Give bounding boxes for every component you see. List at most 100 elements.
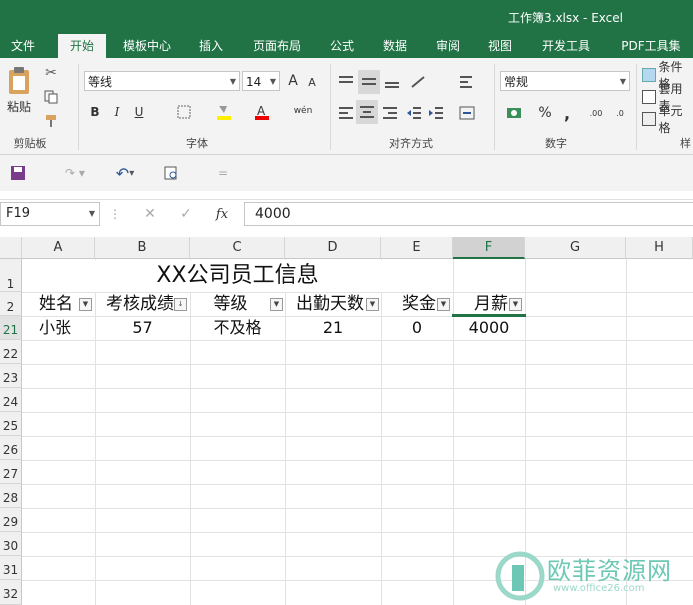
- cancel-icon[interactable]: ✕: [140, 204, 160, 224]
- comma-button[interactable]: ,: [558, 102, 576, 124]
- column-header-c[interactable]: C: [190, 237, 285, 259]
- row-header-30[interactable]: 30: [0, 532, 22, 556]
- header-cell-score[interactable]: 考核成绩: [96, 292, 174, 316]
- header-cell-salary[interactable]: 月薪: [454, 292, 508, 316]
- paste-button[interactable]: [4, 64, 34, 98]
- font-color-icon[interactable]: A: [250, 102, 274, 122]
- tab-review[interactable]: 审阅: [426, 34, 470, 58]
- filter-dropdown-icon[interactable]: ▼: [366, 298, 379, 311]
- align-middle-icon[interactable]: [358, 70, 380, 94]
- column-header-f[interactable]: F: [453, 237, 525, 259]
- row-header-26[interactable]: 26: [0, 436, 22, 460]
- underline-button[interactable]: U: [130, 102, 148, 122]
- enter-icon[interactable]: ✓: [176, 204, 196, 224]
- select-all-corner[interactable]: [0, 237, 22, 259]
- format-painter-icon[interactable]: [42, 112, 60, 130]
- wrap-text-icon[interactable]: [456, 72, 478, 92]
- column-header-h[interactable]: H: [626, 237, 693, 259]
- decrease-decimal-icon[interactable]: .0: [610, 102, 630, 124]
- column-header-a[interactable]: A: [22, 237, 95, 259]
- align-center-icon[interactable]: [356, 100, 378, 124]
- increase-indent-icon[interactable]: [426, 102, 446, 124]
- paste-label[interactable]: 粘贴: [4, 98, 34, 114]
- filter-dropdown-icon[interactable]: ▼: [437, 298, 450, 311]
- save-icon[interactable]: [8, 163, 28, 183]
- sort-filter-icon[interactable]: ↓: [174, 298, 187, 311]
- row-header-28[interactable]: 28: [0, 484, 22, 508]
- shrink-font-button[interactable]: A: [304, 73, 320, 91]
- cell-e21[interactable]: 0: [382, 316, 452, 340]
- number-group-label: 数字: [545, 137, 567, 150]
- undo-icon[interactable]: ↶ ▾: [108, 163, 142, 183]
- cell-c21[interactable]: 不及格: [191, 316, 284, 340]
- column-header-b[interactable]: B: [95, 237, 190, 259]
- row-header-31[interactable]: 31: [0, 556, 22, 580]
- gridline: [22, 484, 693, 485]
- formula-input[interactable]: 4000: [244, 202, 693, 226]
- cut-icon[interactable]: ✂: [42, 64, 60, 82]
- column-header-g[interactable]: G: [525, 237, 626, 259]
- cell-a21[interactable]: 小张: [24, 316, 94, 340]
- column-header-e[interactable]: E: [381, 237, 453, 259]
- fill-color-icon[interactable]: [212, 102, 236, 122]
- italic-button[interactable]: I: [108, 102, 126, 122]
- cell-d21[interactable]: 21: [286, 316, 380, 340]
- customize-qat-icon[interactable]: =: [216, 163, 230, 183]
- percent-button[interactable]: %: [536, 102, 554, 124]
- align-left-icon[interactable]: [336, 102, 356, 124]
- bold-button[interactable]: B: [86, 102, 104, 122]
- tab-formulas[interactable]: 公式: [320, 34, 364, 58]
- header-cell-attendance[interactable]: 出勤天数: [286, 292, 366, 316]
- column-header-d[interactable]: D: [285, 237, 381, 259]
- tab-developer[interactable]: 开发工具: [530, 34, 602, 58]
- cell-f21[interactable]: 4000: [454, 316, 524, 340]
- tab-file[interactable]: 文件: [0, 34, 46, 58]
- merge-center-icon[interactable]: [456, 102, 478, 124]
- row-header-23[interactable]: 23: [0, 364, 22, 388]
- copy-icon[interactable]: [42, 88, 60, 106]
- redo-icon[interactable]: ↷ ▾: [60, 163, 90, 183]
- header-cell-grade[interactable]: 等级: [191, 292, 270, 316]
- font-size-combo[interactable]: 14 ▼: [242, 71, 280, 91]
- tab-template[interactable]: 模板中心: [114, 34, 180, 58]
- row-header-2[interactable]: 2: [0, 292, 22, 316]
- font-name-combo[interactable]: 等线 ▼: [84, 71, 240, 91]
- align-top-icon[interactable]: [336, 72, 356, 92]
- tab-pdf-tools[interactable]: PDF工具集: [612, 34, 690, 58]
- drag-handle-icon[interactable]: ⋮: [109, 204, 121, 224]
- row-header-24[interactable]: 24: [0, 388, 22, 412]
- tab-data[interactable]: 数据: [372, 34, 418, 58]
- row-header-21[interactable]: 21: [0, 316, 22, 340]
- grow-font-button[interactable]: A: [284, 71, 302, 91]
- align-right-icon[interactable]: [380, 102, 400, 124]
- print-preview-icon[interactable]: [160, 163, 182, 183]
- borders-icon[interactable]: [172, 102, 196, 122]
- row-header-1[interactable]: 1: [0, 259, 22, 292]
- cell-styles-button[interactable]: 单元格: [642, 104, 693, 135]
- row-header-27[interactable]: 27: [0, 460, 22, 484]
- align-bottom-icon[interactable]: [382, 72, 402, 92]
- increase-decimal-icon[interactable]: .00: [586, 102, 606, 124]
- insert-function-button[interactable]: fx: [210, 204, 234, 224]
- gridline: [22, 388, 693, 389]
- filter-active-icon[interactable]: ▼: [79, 298, 92, 311]
- filter-dropdown-icon[interactable]: ▼: [509, 298, 522, 311]
- row-header-32[interactable]: 32: [0, 580, 22, 605]
- decrease-indent-icon[interactable]: [404, 102, 424, 124]
- row-header-25[interactable]: 25: [0, 412, 22, 436]
- tab-view[interactable]: 视图: [478, 34, 522, 58]
- filter-dropdown-icon[interactable]: ▼: [270, 298, 283, 311]
- name-box[interactable]: F19 ▼: [0, 202, 100, 226]
- row-header-22[interactable]: 22: [0, 340, 22, 364]
- separator: [636, 64, 637, 150]
- phonetic-button[interactable]: wén: [292, 100, 314, 122]
- currency-icon[interactable]: [502, 102, 528, 124]
- tab-page-layout[interactable]: 页面布局: [244, 34, 310, 58]
- row-header-29[interactable]: 29: [0, 508, 22, 532]
- tab-insert[interactable]: 插入: [188, 34, 234, 58]
- number-format-combo[interactable]: 常规 ▼: [500, 71, 630, 91]
- cell-b21[interactable]: 57: [96, 316, 189, 340]
- tab-home[interactable]: 开始: [58, 34, 106, 58]
- orientation-icon[interactable]: [406, 72, 432, 92]
- header-cell-bonus[interactable]: 奖金: [382, 292, 436, 316]
